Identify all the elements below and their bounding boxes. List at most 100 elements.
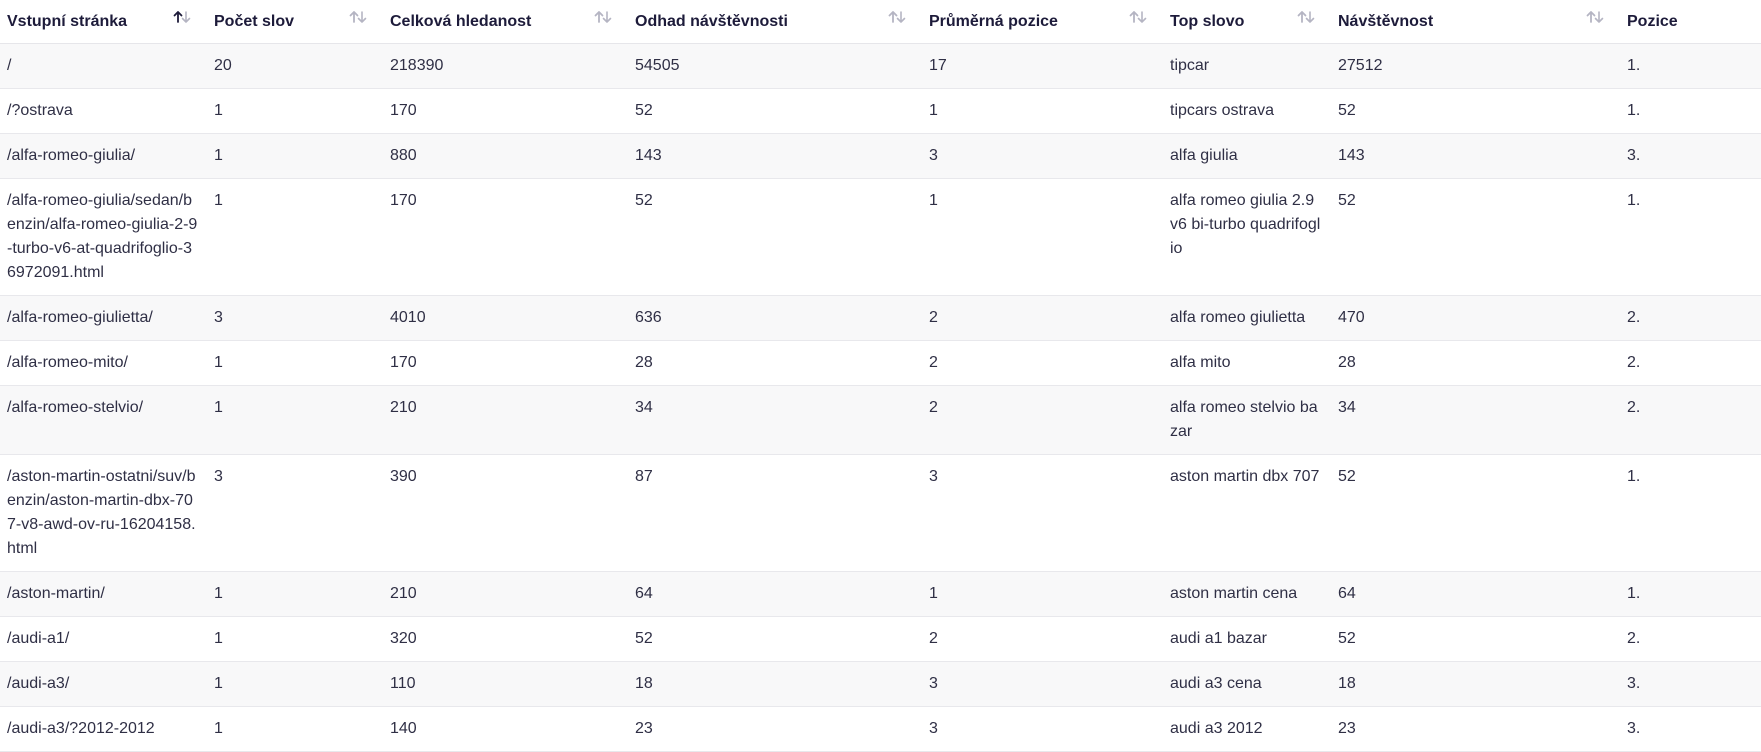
- cell-top-keyword: alfa romeo giulia 2.9 v6 bi-turbo quadri…: [1162, 178, 1330, 296]
- cell-visits: 64: [1330, 571, 1619, 617]
- sort-icon[interactable]: [1128, 9, 1148, 25]
- cell-total-search-volume: 170: [382, 88, 627, 134]
- column-header-label: Top slovo: [1170, 12, 1245, 30]
- cell-landing-page[interactable]: /audi-a3/?2012-2012: [0, 706, 206, 752]
- cell-average-position: 3: [921, 661, 1162, 707]
- table-row[interactable]: /alfa-romeo-mito/1 170 28 2 alfa mito 28 2.: [0, 340, 1761, 386]
- table-row[interactable]: /audi-a3/?2012-2012 1 140 23 3 audi a3 2012 23…: [0, 706, 1761, 752]
- column-header-visits[interactable]: Návštěvnost: [1330, 0, 1619, 44]
- cell-landing-page[interactable]: /audi-a1/: [0, 616, 206, 662]
- cell-traffic-estimate: 52: [627, 88, 921, 134]
- table-row[interactable]: /20 218390 54505 17 tipcar 27512 1.: [0, 43, 1761, 89]
- cell-landing-page[interactable]: /audi-a3/: [0, 661, 206, 707]
- cell-visits: 18: [1330, 661, 1619, 707]
- table-row[interactable]: /audi-a1/1 320 52 2 audi a1 bazar 52 2.: [0, 616, 1761, 662]
- cell-word-count: 3: [206, 295, 382, 341]
- column-header-label: Počet slov: [214, 12, 295, 30]
- cell-visits: 470: [1330, 295, 1619, 341]
- cell-top-keyword: aston martin cena: [1162, 571, 1330, 617]
- cell-visits: 143: [1330, 133, 1619, 179]
- cell-landing-page[interactable]: /alfa-romeo-mito/: [0, 340, 206, 386]
- cell-top-keyword: tipcars ostrava: [1162, 88, 1330, 134]
- cell-total-search-volume: 110: [382, 661, 627, 707]
- cell-top-keyword: alfa romeo stelvio bazar: [1162, 385, 1330, 455]
- cell-landing-page[interactable]: /alfa-romeo-giulietta/: [0, 295, 206, 341]
- cell-top-keyword: alfa romeo giulietta: [1162, 295, 1330, 341]
- cell-average-position: 1: [921, 88, 1162, 134]
- cell-average-position: 2: [921, 616, 1162, 662]
- cell-traffic-estimate: 143: [627, 133, 921, 179]
- cell-landing-page[interactable]: /alfa-romeo-giulia/: [0, 133, 206, 179]
- cell-position: 1.: [1619, 178, 1761, 296]
- cell-landing-page[interactable]: /alfa-romeo-stelvio/: [0, 385, 206, 455]
- column-header-top-keyword[interactable]: Top slovo: [1162, 0, 1330, 44]
- cell-landing-page[interactable]: /aston-martin-ostatni/suv/benzin/aston-m…: [0, 454, 206, 572]
- cell-visits: 28: [1330, 340, 1619, 386]
- column-header-position[interactable]: Pozice: [1619, 0, 1761, 44]
- sort-icon[interactable]: [593, 9, 613, 25]
- column-header-word-count[interactable]: Počet slov: [206, 0, 382, 44]
- cell-total-search-volume: 880: [382, 133, 627, 179]
- cell-top-keyword: audi a3 cena: [1162, 661, 1330, 707]
- cell-word-count: 1: [206, 88, 382, 134]
- table-row[interactable]: /alfa-romeo-stelvio/1 210 34 2 alfa romeo st…: [0, 385, 1761, 455]
- cell-top-keyword: alfa giulia: [1162, 133, 1330, 179]
- sort-asc-icon[interactable]: [172, 9, 192, 25]
- cell-visits: 52: [1330, 178, 1619, 296]
- cell-landing-page[interactable]: /: [0, 43, 206, 89]
- cell-traffic-estimate: 64: [627, 571, 921, 617]
- table-row[interactable]: /alfa-romeo-giulia/sedan/benzin/alfa-rom…: [0, 178, 1761, 296]
- cell-landing-page[interactable]: /alfa-romeo-giulia/sedan/benzin/alfa-rom…: [0, 178, 206, 296]
- cell-position: 3.: [1619, 706, 1761, 752]
- cell-traffic-estimate: 23: [627, 706, 921, 752]
- table-row[interactable]: /?ostrava 1 170 52 1 tipcars ostrava 52 1.: [0, 88, 1761, 134]
- column-header-total-search-volume[interactable]: Celková hledanost: [382, 0, 627, 44]
- cell-average-position: 3: [921, 706, 1162, 752]
- sort-icon[interactable]: [1296, 9, 1316, 25]
- cell-total-search-volume: 4010: [382, 295, 627, 341]
- column-header-traffic-estimate[interactable]: Odhad návštěvnosti: [627, 0, 921, 44]
- cell-traffic-estimate: 636: [627, 295, 921, 341]
- table-row[interactable]: /alfa-romeo-giulia/1 880 143 3 alfa giulia 14…: [0, 133, 1761, 179]
- cell-word-count: 1: [206, 133, 382, 179]
- cell-average-position: 3: [921, 454, 1162, 572]
- cell-total-search-volume: 140: [382, 706, 627, 752]
- table-body: /20 218390 54505 17 tipcar 27512 1./?ostrava 1 1…: [0, 43, 1761, 752]
- cell-total-search-volume: 320: [382, 616, 627, 662]
- table-row[interactable]: /audi-a3/1 110 18 3 audi a3 cena 18 3.: [0, 661, 1761, 707]
- header-row: Vstupní stránka Počet slov Celková hledano…: [0, 0, 1761, 44]
- sort-icon[interactable]: [1585, 9, 1605, 25]
- cell-position: 2.: [1619, 385, 1761, 455]
- column-header-average-position[interactable]: Průměrná pozice: [921, 0, 1162, 44]
- cell-traffic-estimate: 87: [627, 454, 921, 572]
- cell-average-position: 17: [921, 43, 1162, 89]
- column-header-label: Průměrná pozice: [929, 12, 1058, 30]
- keywords-table: Vstupní stránka Počet slov Celková hledano…: [0, 0, 1761, 752]
- cell-landing-page[interactable]: /aston-martin/: [0, 571, 206, 617]
- cell-position: 1.: [1619, 454, 1761, 572]
- cell-word-count: 1: [206, 178, 382, 296]
- cell-total-search-volume: 390: [382, 454, 627, 572]
- cell-top-keyword: aston martin dbx 707: [1162, 454, 1330, 572]
- cell-position: 2.: [1619, 616, 1761, 662]
- column-header-label: Celková hledanost: [390, 12, 532, 30]
- cell-average-position: 3: [921, 133, 1162, 179]
- cell-traffic-estimate: 34: [627, 385, 921, 455]
- cell-visits: 23: [1330, 706, 1619, 752]
- sort-icon[interactable]: [887, 9, 907, 25]
- column-header-landing-page[interactable]: Vstupní stránka: [0, 0, 206, 44]
- cell-position: 1.: [1619, 571, 1761, 617]
- cell-visits: 52: [1330, 88, 1619, 134]
- table-row[interactable]: /aston-martin/1 210 64 1 aston martin cena 64…: [0, 571, 1761, 617]
- sort-icon[interactable]: [348, 9, 368, 25]
- column-header-label: Návštěvnost: [1338, 12, 1434, 30]
- cell-landing-page[interactable]: /?ostrava: [0, 88, 206, 134]
- cell-top-keyword: alfa mito: [1162, 340, 1330, 386]
- column-header-label: Vstupní stránka: [7, 12, 128, 30]
- table-row[interactable]: /aston-martin-ostatni/suv/benzin/aston-m…: [0, 454, 1761, 572]
- cell-word-count: 1: [206, 706, 382, 752]
- cell-average-position: 2: [921, 385, 1162, 455]
- cell-average-position: 1: [921, 178, 1162, 296]
- table-row[interactable]: /alfa-romeo-giulietta/3 4010 636 2 alfa rome…: [0, 295, 1761, 341]
- column-header-label: Pozice: [1627, 12, 1678, 30]
